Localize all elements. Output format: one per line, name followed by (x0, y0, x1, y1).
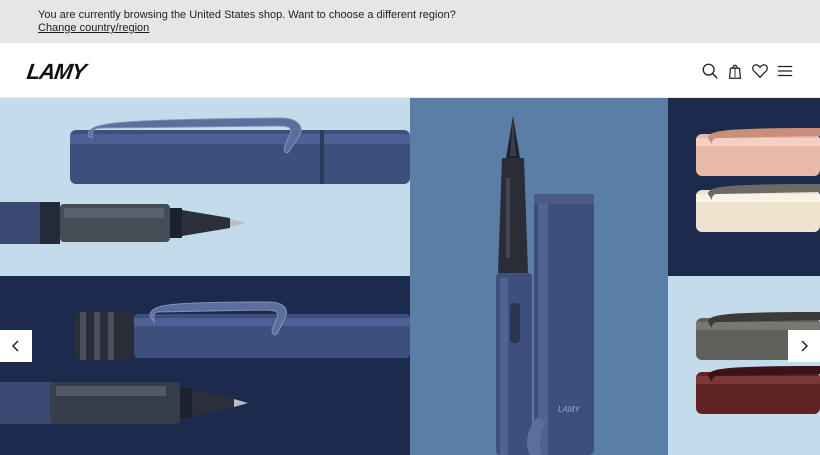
carousel-prev-button[interactable] (0, 330, 32, 362)
region-banner: You are currently browsing the United St… (0, 0, 820, 43)
pen-illustration: LAMY (496, 116, 594, 455)
hero-panel-light (0, 98, 410, 276)
chevron-right-icon (801, 340, 809, 352)
hero-panel-mid: LAMY (410, 98, 668, 455)
menu-icon[interactable] (775, 61, 794, 80)
lamy-logo[interactable]: LAMY (25, 59, 87, 85)
pen-illustration (696, 128, 820, 232)
chevron-left-icon (11, 340, 19, 352)
carousel-next-button[interactable] (788, 330, 820, 362)
hero-panel-navy (668, 98, 820, 276)
hero-carousel[interactable]: LAMY (0, 98, 820, 455)
search-icon[interactable] (700, 61, 719, 80)
hero-panel-sky (668, 276, 820, 455)
pen-illustration (696, 312, 820, 414)
svg-text:LAMY: LAMY (558, 405, 580, 414)
change-region-link[interactable]: Change country/region (38, 22, 149, 34)
heart-icon[interactable] (750, 61, 769, 80)
header-icons (700, 61, 794, 80)
pen-illustration (0, 117, 410, 244)
site-header: LAMY (0, 43, 820, 98)
shopping-bag-icon[interactable] (725, 61, 744, 80)
region-message: You are currently browsing the United St… (38, 9, 456, 21)
hero-panel-dark (0, 276, 410, 455)
pen-illustration (0, 301, 410, 424)
